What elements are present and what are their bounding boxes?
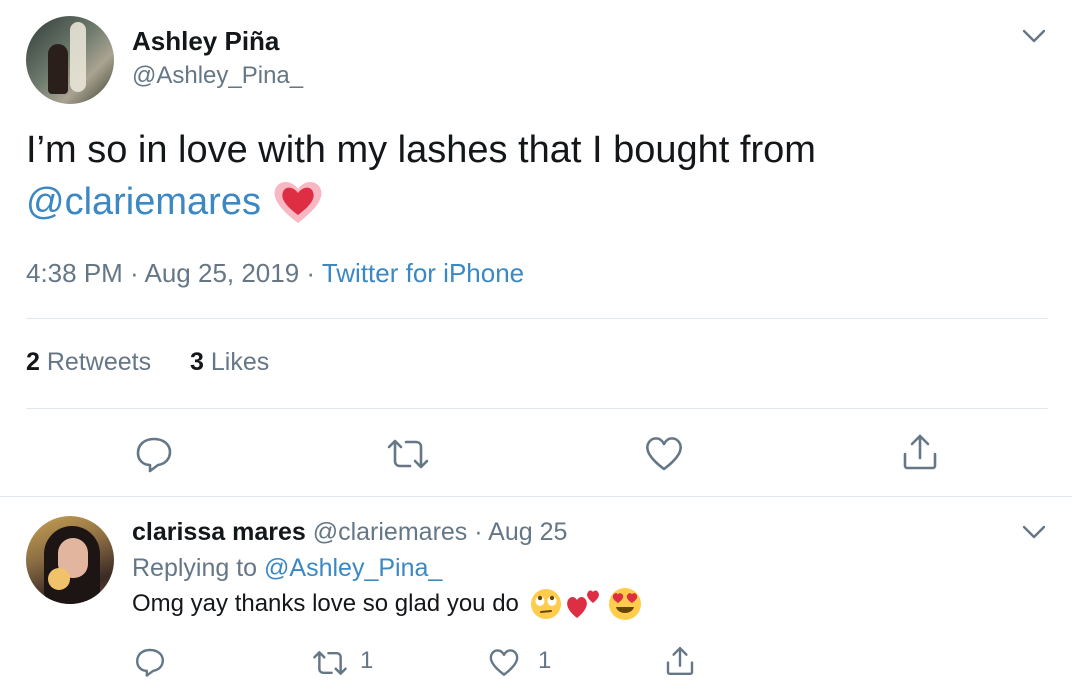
reply-author-name[interactable]: clarissa mares (132, 518, 306, 546)
share-icon[interactable] (900, 432, 940, 472)
heart-icon[interactable] (644, 434, 684, 472)
tweet-source-link[interactable]: Twitter for iPhone (322, 258, 524, 288)
divider (26, 408, 1048, 409)
author-handle[interactable]: @Ashley_Pina_ (132, 62, 303, 90)
retweet-icon[interactable] (312, 648, 348, 678)
tweet-timestamp[interactable]: 4:38 PM · Aug 25, 2019 · (26, 258, 322, 288)
mention-link[interactable]: @clariemares (26, 176, 261, 228)
heart-icon[interactable] (488, 647, 520, 677)
divider (26, 318, 1048, 319)
tweet-stats: 2 Retweets 3 Likes (26, 348, 269, 377)
tweet-text-line: I’m so in love with my lashes that I bou… (26, 129, 816, 171)
replying-to-label: Replying to (132, 554, 265, 582)
replying-to-link[interactable]: @Ashley_Pina_ (264, 554, 442, 582)
reply-date[interactable]: · Aug 25 (474, 518, 567, 546)
retweets-stat[interactable]: 2 Retweets (26, 348, 151, 376)
reply-retweet-count: 1 (360, 647, 374, 674)
reply-header: clarissa mares @clariemares · Aug 25 (132, 518, 567, 547)
sparkling-heart-emoji (274, 181, 322, 223)
reply-body: Omg yay thanks love so glad you do (132, 586, 643, 622)
reply-icon[interactable] (134, 434, 174, 474)
divider (0, 496, 1072, 497)
replying-to: Replying to @Ashley_Pina_ (132, 554, 442, 583)
reply-like-count: 1 (538, 647, 552, 674)
chevron-down-icon[interactable] (1020, 26, 1048, 46)
reply-icon[interactable] (134, 646, 166, 678)
likes-stat[interactable]: 3 Likes (190, 348, 269, 376)
reply-author-handle[interactable]: @clariemares (313, 518, 468, 546)
retweet-icon[interactable] (386, 436, 430, 472)
share-icon[interactable] (664, 644, 696, 678)
reply-text: Omg yay thanks love so glad you do (132, 590, 519, 617)
tweet-text: I’m so in love with my lashes that I bou… (26, 124, 1026, 228)
author-name[interactable]: Ashley Piña (132, 26, 279, 57)
reply-author-avatar[interactable] (26, 516, 114, 604)
two-hearts-emoji (567, 590, 599, 618)
face-with-rolling-eyes-emoji (530, 589, 561, 619)
chevron-down-icon[interactable] (1020, 522, 1048, 542)
author-avatar[interactable] (26, 16, 114, 104)
heart-eyes-emoji (608, 588, 641, 620)
tweet-meta: 4:38 PM · Aug 25, 2019 · Twitter for iPh… (26, 258, 524, 289)
